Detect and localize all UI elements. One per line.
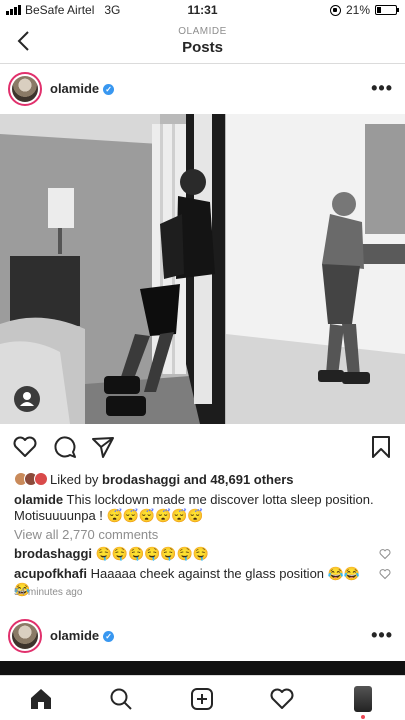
battery-level: [377, 7, 381, 13]
post-image[interactable]: [0, 114, 405, 424]
bottom-tab-bar: [0, 675, 405, 720]
heart-icon[interactable]: [379, 548, 391, 560]
notification-dot: [361, 715, 365, 719]
verified-badge-icon: ✓: [103, 84, 115, 96]
likes-count[interactable]: and 48,691 others: [184, 472, 294, 487]
home-icon[interactable]: [28, 686, 54, 712]
profile-avatar-icon[interactable]: [350, 686, 376, 719]
caption-text: This lockdown made me discover lotta sle…: [14, 492, 374, 523]
likes-row[interactable]: Liked by brodashaggi and 48,691 others: [14, 471, 294, 487]
paper-plane-icon[interactable]: [90, 434, 116, 460]
nav-bar: OLAMIDE Posts: [0, 20, 405, 64]
verified-badge-icon: ✓: [103, 631, 115, 643]
page-title: Posts: [182, 39, 223, 56]
likes-text[interactable]: Liked by brodashaggi and 48,691 others: [50, 472, 294, 487]
nav-subtitle: OLAMIDE: [178, 26, 227, 37]
liked-by-user[interactable]: brodashaggi: [102, 472, 180, 487]
post-username[interactable]: olamide ✓: [50, 81, 115, 96]
heart-icon[interactable]: [379, 568, 391, 580]
heart-icon[interactable]: [269, 686, 295, 712]
post-photo-graphic: [0, 114, 405, 424]
avatar[interactable]: [8, 72, 42, 106]
caption-username[interactable]: olamide: [14, 492, 63, 507]
post-actions: [0, 430, 405, 464]
comment-username[interactable]: brodashaggi: [14, 546, 92, 561]
orientation-lock-icon: [329, 4, 341, 16]
status-bar: BeSafe Airtel 3G 11:31 21%: [0, 0, 405, 20]
username-text[interactable]: olamide: [50, 628, 99, 643]
search-icon[interactable]: [108, 686, 134, 712]
heart-icon[interactable]: [12, 434, 38, 460]
status-right: 21%: [329, 3, 399, 17]
avatar[interactable]: [8, 619, 42, 653]
battery-icon: [375, 5, 399, 15]
battery-percent: 21%: [345, 3, 370, 17]
user-tag-icon[interactable]: [14, 386, 40, 412]
more-options-icon[interactable]: •••: [371, 78, 393, 99]
more-options-icon[interactable]: •••: [371, 625, 393, 646]
view-all-comments-link[interactable]: View all 2,770 comments: [14, 527, 158, 542]
post-timestamp: 54 minutes ago: [14, 587, 83, 598]
avatar: [34, 472, 48, 486]
liker-avatars: [14, 472, 48, 486]
post-username[interactable]: olamide ✓: [50, 628, 115, 643]
comment: brodashaggi 🤤🤤🤤🤤🤤🤤🤤: [14, 546, 374, 562]
comment-text: 🤤🤤🤤🤤🤤🤤🤤: [95, 546, 209, 561]
post-header: olamide ✓ •••: [0, 64, 405, 114]
bookmark-icon[interactable]: [368, 434, 394, 460]
username-text[interactable]: olamide: [50, 81, 99, 96]
comment-username[interactable]: acupofkhafi: [14, 566, 87, 581]
comment-bubble-icon[interactable]: [52, 434, 78, 460]
post-header: olamide ✓ •••: [0, 611, 405, 661]
post-caption: olamide This lockdown made me discover l…: [14, 492, 394, 524]
liked-by-prefix: Liked by: [50, 471, 99, 487]
plus-square-icon[interactable]: [189, 686, 215, 712]
